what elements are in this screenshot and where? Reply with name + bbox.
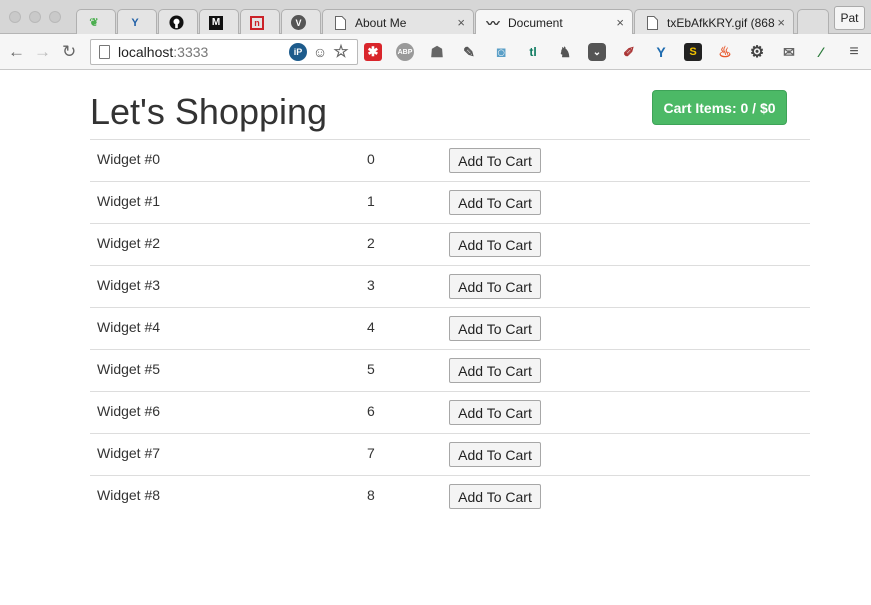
add-to-cart-button[interactable]: Add To Cart <box>449 232 541 257</box>
product-name: Widget #2 <box>97 235 161 251</box>
table-row: Widget #3 3 Add To Cart <box>90 265 810 307</box>
tab-pinned-2[interactable] <box>158 9 198 35</box>
add-to-cart-button[interactable]: Add To Cart <box>449 316 541 341</box>
add-to-cart-button[interactable]: Add To Cart <box>449 400 541 425</box>
product-qty: 0 <box>367 151 375 167</box>
close-tab-icon[interactable]: × <box>457 15 465 30</box>
page-icon <box>644 15 660 31</box>
tab-pinned-4[interactable]: n <box>240 9 280 35</box>
tab-gif[interactable]: txEbAfkKRY.gif (868× × <box>634 9 794 35</box>
add-to-cart-button[interactable]: Add To Cart <box>449 190 541 215</box>
red-extension-icon[interactable]: ✱ <box>364 43 382 61</box>
tab-pinned-3[interactable]: M <box>199 9 239 35</box>
table-row: Widget #1 1 Add To Cart <box>90 181 810 223</box>
product-qty: 2 <box>367 235 375 251</box>
table-row: Widget #2 2 Add To Cart <box>90 223 810 265</box>
table-row: Widget #4 4 Add To Cart <box>90 307 810 349</box>
pen-icon[interactable]: ✎ <box>460 43 478 61</box>
zoom-window-dot[interactable] <box>49 11 61 23</box>
close-window-dot[interactable] <box>9 11 21 23</box>
y-combinator-icon: Y <box>131 16 139 29</box>
minimize-window-dot[interactable] <box>29 11 41 23</box>
product-name: Widget #1 <box>97 193 161 209</box>
eyedropper-icon[interactable]: ✐ <box>620 43 638 61</box>
pocket-icon[interactable]: ⌄ <box>588 43 606 61</box>
edit-page-icon[interactable]: ✉ <box>780 43 798 61</box>
page-icon <box>99 45 110 59</box>
product-qty: 1 <box>367 193 375 209</box>
page-content: Let's Shopping Cart Items: 0 / $0 Widget… <box>0 70 871 605</box>
browser-tab-bar: ❦ Y M n V About Me × 〰 Document × txEbAf… <box>0 0 871 35</box>
close-tab-icon[interactable]: × <box>616 15 624 30</box>
browser-toolbar: ← → ↻ localhost:3333 iP ☺ ☆ ✱ ABP ☗ ✎ ◙ … <box>0 34 871 70</box>
product-qty: 6 <box>367 403 375 419</box>
camera-icon[interactable]: ◙ <box>492 43 510 61</box>
y-extension-icon[interactable]: Y <box>652 43 670 61</box>
product-qty: 3 <box>367 277 375 293</box>
page-title: Let's Shopping <box>90 91 328 132</box>
tab-pinned-5[interactable]: V <box>281 9 321 35</box>
product-table: Widget #0 0 Add To Cart Widget #1 1 Add … <box>90 139 810 517</box>
page-icon <box>332 15 348 31</box>
back-arrow-icon[interactable]: ← <box>8 43 25 60</box>
s-extension-icon[interactable]: S <box>684 43 702 61</box>
table-row: Widget #8 8 Add To Cart <box>90 475 810 517</box>
product-name: Widget #5 <box>97 361 161 377</box>
ip-extension-icon[interactable]: iP <box>289 43 307 61</box>
tab-pinned-1[interactable]: Y <box>117 9 157 35</box>
add-to-cart-button[interactable]: Add To Cart <box>449 274 541 299</box>
gear-icon[interactable]: ⚙ <box>748 43 766 61</box>
evernote-icon[interactable]: ♞ <box>556 43 574 61</box>
npm-icon: n <box>250 15 264 30</box>
bookmark-star-icon[interactable]: ☆ <box>332 42 350 61</box>
product-name: Widget #4 <box>97 319 161 335</box>
new-tab-button[interactable] <box>797 9 829 35</box>
table-row: Widget #6 6 Add To Cart <box>90 391 810 433</box>
cart-button[interactable]: Cart Items: 0 / $0 <box>652 90 787 125</box>
add-to-cart-button[interactable]: Add To Cart <box>449 484 541 509</box>
product-name: Widget #0 <box>97 151 161 167</box>
tab-about-me[interactable]: About Me × <box>322 9 474 35</box>
add-to-cart-button[interactable]: Add To Cart <box>449 148 541 173</box>
tab-pinned-0[interactable]: ❦ <box>76 9 116 35</box>
product-qty: 8 <box>367 487 375 503</box>
fire-icon[interactable]: ♨ <box>716 43 734 61</box>
table-row: Widget #7 7 Add To Cart <box>90 433 810 475</box>
menu-icon[interactable]: ≡ <box>845 43 863 61</box>
profile-button[interactable]: Pat <box>834 6 865 30</box>
product-name: Widget #3 <box>97 277 161 293</box>
v-icon: V <box>291 15 306 30</box>
reload-icon[interactable]: ↻ <box>62 43 76 60</box>
product-qty: 5 <box>367 361 375 377</box>
product-name: Widget #6 <box>97 403 161 419</box>
tldr-icon[interactable]: tl <box>524 43 542 61</box>
color-picker-icon[interactable]: ⁄ <box>812 43 830 61</box>
adblock-icon[interactable]: ABP <box>396 43 414 61</box>
table-row: Widget #0 0 Add To Cart <box>90 139 810 181</box>
github-icon <box>168 15 184 31</box>
tab-label: Document <box>508 15 563 30</box>
ghostery-icon[interactable]: ☗ <box>428 43 446 61</box>
forward-arrow-icon[interactable]: → <box>34 43 51 60</box>
url-text: localhost:3333 <box>118 44 209 60</box>
tab-label: About Me <box>355 15 407 30</box>
mustache-icon: 〰 <box>486 16 500 31</box>
table-row: Widget #5 5 Add To Cart <box>90 349 810 391</box>
product-qty: 4 <box>367 319 375 335</box>
tab-document[interactable]: 〰 Document × <box>475 9 633 35</box>
leaf-icon: ❦ <box>89 17 99 29</box>
reddit-icon[interactable]: ☺ <box>311 43 329 61</box>
product-name: Widget #7 <box>97 445 161 461</box>
product-qty: 7 <box>367 445 375 461</box>
add-to-cart-button[interactable]: Add To Cart <box>449 358 541 383</box>
medium-icon: M <box>209 15 223 30</box>
close-tab-icon[interactable]: × <box>775 15 785 30</box>
add-to-cart-button[interactable]: Add To Cart <box>449 442 541 467</box>
product-name: Widget #8 <box>97 487 161 503</box>
